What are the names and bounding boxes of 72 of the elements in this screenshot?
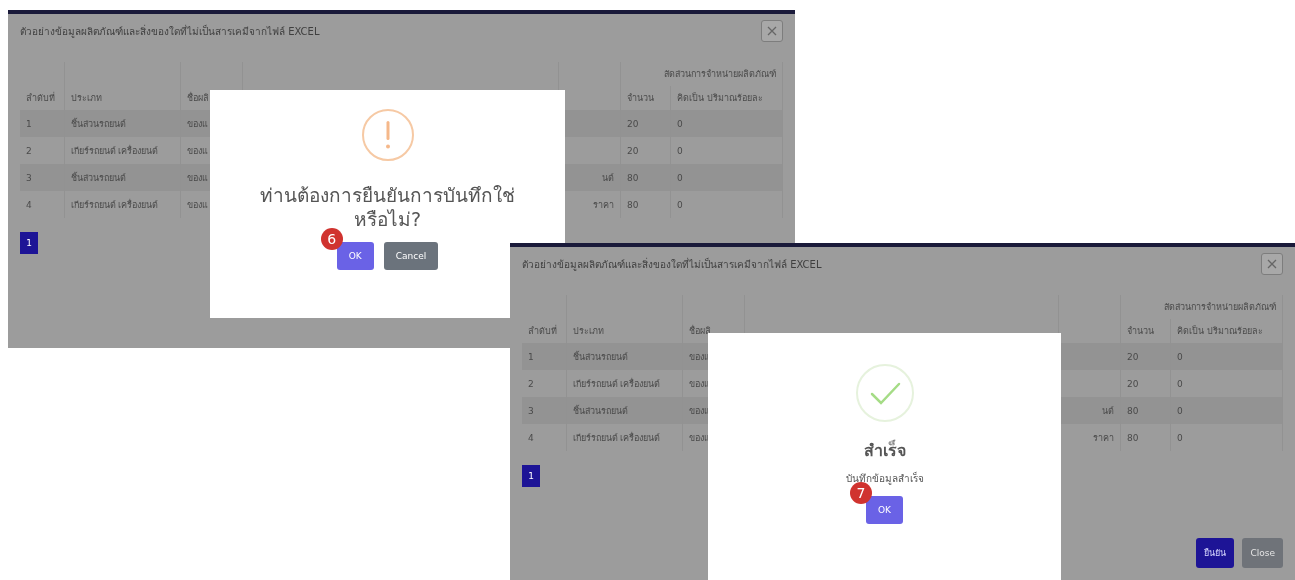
- table-cell: ของแ: [186, 118, 208, 129]
- table-cell: ราคา: [593, 199, 614, 210]
- step-badge: 7: [850, 482, 872, 504]
- table-cell: 80: [627, 172, 639, 183]
- table-cell: เกียร์รถยนต์ เครื่องยนต์: [70, 145, 159, 156]
- table-cell: 0: [1177, 405, 1183, 416]
- table-cell: นต์: [602, 172, 614, 183]
- column-group-header: สัดส่วนการจำหน่ายผลิตภัณฑ์: [1164, 302, 1276, 312]
- table-cell: เกียร์รถยนต์ เครื่องยนต์: [572, 432, 661, 443]
- table-cell: 3: [26, 172, 32, 183]
- table-cell: 3: [528, 405, 534, 416]
- column-header: ประเภท: [70, 93, 102, 103]
- window-title: ตัวอย่างข้อมูลผลิตภัณฑ์และสิ่งของใดที่ไม่เป็นสารเคมีจากไฟล์ EXCEL: [522, 256, 822, 272]
- column-header: ชื่อผลิ: [186, 93, 209, 103]
- table-cell: 80: [1127, 432, 1139, 443]
- step-badge: 6: [320, 227, 343, 250]
- dialog-title: สำเร็จ: [863, 441, 906, 461]
- table-cell: 2: [528, 378, 534, 389]
- table-cell: ชิ้นส่วนรถยนต์: [70, 172, 126, 183]
- table-cell: ชิ้นส่วนรถยนต์: [572, 351, 628, 362]
- column-header: คิดเป็น ปริมาณร้อยละ: [677, 93, 763, 103]
- column-header: จำนวน: [627, 93, 654, 103]
- table-cell: 20: [627, 145, 639, 156]
- column-header: ประเภท: [572, 326, 604, 336]
- page-button[interactable]: 1: [522, 465, 540, 487]
- table-cell: ของแ: [186, 199, 208, 210]
- cancel-button[interactable]: Cancel: [383, 241, 439, 270]
- footer-button[interactable]: Close: [1242, 538, 1283, 568]
- table-cell: 4: [528, 432, 534, 443]
- window-title: ตัวอย่างข้อมูลผลิตภัณฑ์และสิ่งของใดที่ไม่เป็นสารเคมีจากไฟล์ EXCEL: [20, 23, 320, 39]
- column-group-header: สัดส่วนการจำหน่ายผลิตภัณฑ์: [664, 69, 776, 79]
- table-cell: ชิ้นส่วนรถยนต์: [70, 118, 126, 129]
- table-cell: ของแ: [186, 172, 208, 183]
- table-cell: 0: [1177, 351, 1183, 362]
- page-button[interactable]: 1: [20, 232, 38, 254]
- table-cell: 0: [677, 145, 683, 156]
- table-cell: ของแ: [186, 145, 208, 156]
- table-cell: 0: [1177, 432, 1183, 443]
- column-header: จำนวน: [1127, 326, 1154, 336]
- table-cell: 0: [677, 118, 683, 129]
- close-icon[interactable]: [761, 20, 783, 42]
- warning-icon: [360, 108, 415, 162]
- table-cell: 20: [627, 118, 639, 129]
- table-cell: ของแ: [688, 405, 710, 416]
- table-cell: 1: [528, 351, 534, 362]
- column-header: คิดเป็น ปริมาณร้อยละ: [1177, 326, 1263, 336]
- table-cell: ของแ: [688, 351, 710, 362]
- close-icon[interactable]: [1261, 253, 1283, 275]
- ok-button[interactable]: OK: [336, 241, 374, 270]
- table-cell: 80: [627, 199, 639, 210]
- table-cell: ของแ: [688, 378, 710, 389]
- table-cell: ราคา: [1093, 432, 1114, 443]
- table-cell: 80: [1127, 405, 1139, 416]
- table-cell: 20: [1127, 378, 1139, 389]
- table-cell: 0: [677, 199, 683, 210]
- table-cell: 1: [26, 118, 32, 129]
- column-header: ลำดับที่: [26, 93, 55, 103]
- table-cell: 0: [1177, 378, 1183, 389]
- table-cell: 4: [26, 199, 32, 210]
- table-cell: 20: [1127, 351, 1139, 362]
- column-header: ลำดับที่: [528, 326, 557, 336]
- table-cell: 0: [677, 172, 683, 183]
- check-icon: [854, 363, 915, 423]
- column-header: ชื่อผลิ: [688, 326, 711, 336]
- footer-button[interactable]: ยืนยัน: [1196, 538, 1235, 568]
- table-cell: ของแ: [688, 432, 710, 443]
- table-cell: 2: [26, 145, 32, 156]
- table-cell: นต์: [1102, 405, 1114, 416]
- table-cell: เกียร์รถยนต์ เครื่องยนต์: [70, 199, 159, 210]
- table-cell: ชิ้นส่วนรถยนต์: [572, 405, 628, 416]
- ok-button[interactable]: OK: [866, 496, 903, 524]
- table-cell: เกียร์รถยนต์ เครื่องยนต์: [572, 378, 661, 389]
